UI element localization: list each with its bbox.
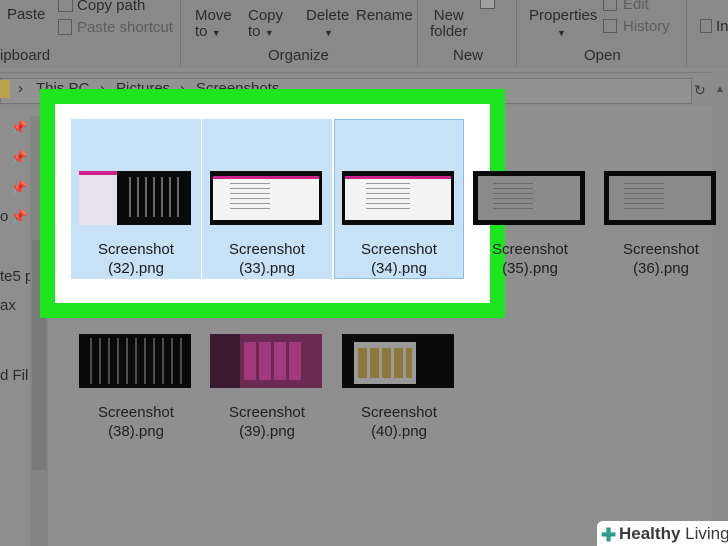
paste-button[interactable]: Paste (7, 7, 45, 23)
file-name: Screenshot (33).png (229, 241, 305, 277)
logo-text: Healthy Living (619, 524, 728, 543)
file-name: Screenshot (40).png (361, 404, 437, 440)
properties-button[interactable]: Properties ▼ (529, 8, 597, 41)
file-tile[interactable]: Screenshot (34).png (334, 119, 464, 279)
copy-to-label: Copy (248, 7, 284, 24)
file-tile[interactable]: Screenshot (40).png (334, 282, 464, 442)
refresh-icon[interactable]: ↻ (694, 82, 706, 99)
cross-icon: ✚ (601, 525, 617, 545)
new-folder-button[interactable]: New folder (430, 8, 468, 40)
ribbon-separator (180, 0, 181, 66)
file-tile[interactable]: Screenshot (36).png (596, 119, 726, 279)
chevron-down-icon: ▼ (211, 28, 221, 38)
paste-shortcut-icon (58, 19, 72, 35)
new-group-label: New (453, 47, 484, 64)
ribbon: Paste Copy path Paste shortcut ipboard M… (0, 0, 728, 68)
delete-label: Delete (306, 7, 350, 24)
scroll-up-icon[interactable]: ▲ (715, 84, 725, 95)
nav-item[interactable]: o (0, 208, 8, 225)
file-name: Screenshot (34).png (361, 241, 437, 277)
file-name: Screenshot (39).png (229, 404, 305, 440)
clipboard-group-label: ipboard (0, 47, 51, 64)
move-to-label2: to (195, 23, 208, 40)
invert-selection-label: In (716, 18, 728, 35)
chevron-down-icon: ▼ (324, 28, 333, 38)
thumbnail (79, 334, 191, 388)
open-group-label: Open (584, 47, 621, 64)
move-to-button[interactable]: Move to ▼ (195, 8, 232, 41)
file-tile[interactable]: Screenshot (38).png (71, 282, 201, 442)
thumbnail (210, 334, 322, 388)
history-label: History (623, 18, 670, 35)
folder-icon (0, 80, 10, 98)
chevron-down-icon: ▼ (264, 28, 274, 38)
new-item-icon[interactable] (480, 0, 495, 13)
file-name: Screenshot (35).png (492, 241, 568, 277)
file-tile[interactable]: Screenshot (35).png (465, 119, 595, 279)
copy-path-label: Copy path (77, 0, 146, 14)
thumbnail (342, 334, 454, 388)
ribbon-separator (417, 0, 418, 66)
file-name: Screenshot (32).png (98, 241, 174, 277)
paste-shortcut-button[interactable]: Paste shortcut (58, 19, 173, 36)
file-name: Screenshot (38).png (98, 404, 174, 440)
pin-icon: 📌 (11, 209, 28, 224)
organize-group-label: Organize (268, 47, 329, 64)
pin-icon: 📌 (11, 150, 28, 165)
file-name: Screenshot (36).png (623, 241, 699, 277)
ribbon-separator (686, 0, 687, 66)
thumbnail (210, 171, 322, 225)
copy-path-button[interactable]: Copy path (58, 0, 145, 14)
history-button[interactable]: History (603, 19, 670, 35)
file-tile[interactable]: Screenshot (39).png (202, 282, 332, 442)
edit-button[interactable]: Edit (603, 0, 649, 13)
nav-item[interactable]: te5 p (0, 268, 33, 285)
edit-label: Edit (623, 0, 649, 13)
nav-item[interactable]: d Fil (0, 367, 28, 384)
chevron-down-icon: ▼ (557, 28, 566, 38)
paste-shortcut-label: Paste shortcut (77, 19, 173, 36)
invert-selection-button[interactable]: In (700, 19, 728, 35)
copy-to-label2: to (248, 23, 261, 40)
thumbnail (604, 171, 716, 225)
healthy-living-logo: ✚ Healthy Living (597, 521, 728, 546)
new-folder-label: New (433, 7, 464, 24)
ribbon-separator (516, 0, 517, 66)
move-to-label: Move (195, 7, 232, 24)
breadcrumb-separator-icon: › (18, 80, 23, 97)
pin-icon: 📌 (11, 120, 28, 135)
nav-item[interactable]: ax (0, 297, 16, 314)
new-folder-label2: folder (430, 23, 468, 40)
copy-path-icon (58, 0, 73, 12)
edit-icon (603, 0, 617, 11)
rename-button[interactable]: Rename (356, 8, 413, 24)
history-icon (603, 19, 617, 33)
thumbnail (473, 171, 585, 225)
pin-icon: 📌 (11, 180, 28, 195)
thumbnail (79, 171, 191, 225)
invert-selection-icon (700, 19, 712, 33)
delete-button[interactable]: Delete ▼ (306, 8, 349, 41)
copy-to-button[interactable]: Copy to ▼ (248, 8, 283, 41)
file-tile[interactable]: Screenshot (33).png (202, 119, 332, 279)
properties-label: Properties (529, 7, 598, 24)
thumbnail (342, 171, 454, 225)
file-tile[interactable]: Screenshot (32).png (71, 119, 201, 279)
